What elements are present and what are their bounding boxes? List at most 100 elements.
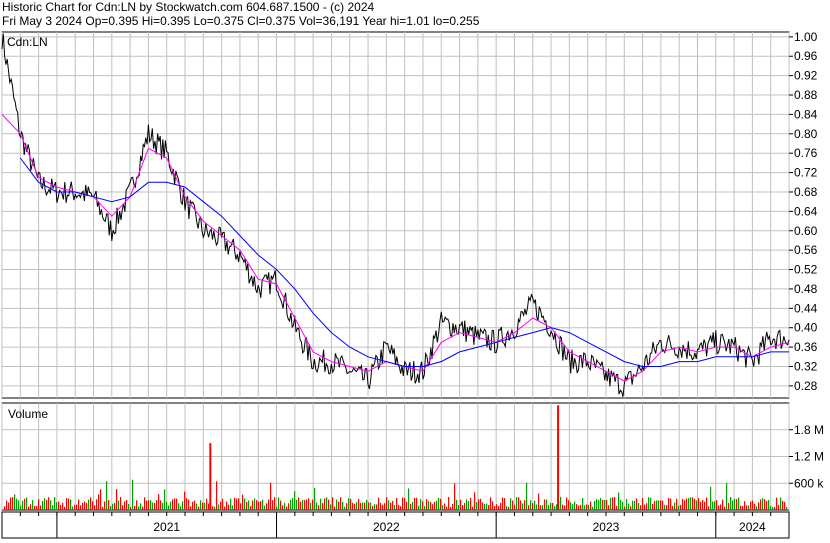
volume-bar [246, 501, 248, 510]
volume-bar [738, 497, 740, 510]
volume-bar [574, 501, 576, 510]
volume-bar [118, 500, 120, 510]
volume-bar [218, 504, 220, 510]
price-tick-label: 0.84 [794, 107, 818, 121]
price-tick-label: 0.64 [794, 204, 818, 218]
volume-bar [706, 497, 708, 510]
volume-bar [196, 503, 198, 510]
volume-bar [164, 489, 166, 510]
volume-bar [78, 499, 80, 510]
volume-bar [710, 486, 712, 510]
volume-bar [534, 500, 536, 510]
year-label: 2024 [739, 520, 766, 534]
volume-bar [290, 499, 292, 510]
volume-bar [660, 500, 662, 510]
volume-bar [778, 504, 780, 510]
volume-bar [736, 499, 738, 510]
volume-bar [770, 505, 772, 510]
volume-bar [408, 488, 410, 510]
volume-bar [518, 497, 520, 510]
volume-bar [168, 505, 170, 510]
price-tick-label: 0.68 [794, 185, 818, 199]
volume-bar [404, 498, 406, 510]
volume-bar [392, 500, 394, 510]
price-tick-label: 0.88 [794, 88, 818, 102]
volume-bar [148, 500, 150, 510]
volume-bar [668, 497, 670, 510]
volume-bar [696, 500, 698, 510]
volume-bar [150, 500, 152, 510]
volume-bar [582, 498, 584, 510]
volume-bar [612, 497, 614, 510]
volume-bar [38, 499, 40, 510]
volume-bar [156, 500, 158, 510]
volume-bar [554, 506, 556, 510]
volume-bar [624, 506, 626, 510]
year-label: 2023 [593, 520, 620, 534]
volume-bar [468, 501, 470, 510]
volume-bar [298, 497, 300, 510]
volume-bar [6, 500, 8, 510]
volume-bar [310, 502, 312, 510]
volume-bar [682, 498, 684, 510]
volume-spike-bar [557, 405, 560, 510]
volume-bar [598, 500, 600, 510]
volume-bar [138, 506, 140, 510]
volume-bar [718, 505, 720, 510]
volume-bar [470, 497, 472, 510]
volume-bar [532, 503, 534, 510]
volume-bar [754, 503, 756, 510]
volume-bar [94, 505, 96, 510]
volume-bar [286, 506, 288, 510]
volume-bar [344, 506, 346, 510]
volume-bar [174, 498, 176, 510]
volume-bar [438, 497, 440, 510]
volume-bar [128, 503, 130, 510]
volume-bar [36, 506, 38, 510]
volume-bar [592, 506, 594, 510]
volume-bar [240, 503, 242, 510]
volume-bar [784, 501, 786, 510]
volume-bar [198, 506, 200, 510]
volume-bar [116, 489, 118, 510]
volume-bar [502, 497, 504, 510]
volume-bar [410, 503, 412, 510]
volume-bar [326, 497, 328, 510]
volume-bar [642, 498, 644, 510]
volume-bar [734, 498, 736, 510]
volume-bar [8, 502, 10, 510]
volume-bar [512, 500, 514, 510]
volume-bar [474, 492, 476, 510]
volume-bar [654, 500, 656, 510]
volume-bar [384, 503, 386, 510]
volume-bar [732, 500, 734, 510]
volume-bar [604, 499, 606, 510]
price-tick-label: 0.60 [794, 224, 818, 238]
volume-bar [434, 501, 436, 510]
volume-bar [122, 505, 124, 510]
volume-bar [416, 497, 418, 510]
volume-bar [306, 499, 308, 510]
volume-bar [284, 502, 286, 510]
volume-bar [324, 498, 326, 510]
volume-bar [588, 504, 590, 510]
volume-bar [452, 503, 454, 510]
volume-bar [288, 503, 290, 510]
volume-bar [390, 502, 392, 510]
volume-bar [260, 501, 262, 510]
volume-bar [756, 506, 758, 510]
volume-bar [258, 501, 260, 510]
volume-bar [584, 505, 586, 510]
volume-bar [292, 498, 294, 510]
volume-bar [498, 505, 500, 510]
volume-bar [104, 501, 106, 510]
volume-bar [84, 501, 86, 510]
price-tick-label: 0.80 [794, 127, 818, 141]
volume-bar [496, 504, 498, 510]
volume-bar [402, 497, 404, 510]
volume-bar [270, 482, 272, 510]
volume-bar [52, 505, 54, 510]
volume-bar [152, 502, 154, 510]
volume-bar [684, 500, 686, 510]
volume-bar [222, 498, 224, 510]
